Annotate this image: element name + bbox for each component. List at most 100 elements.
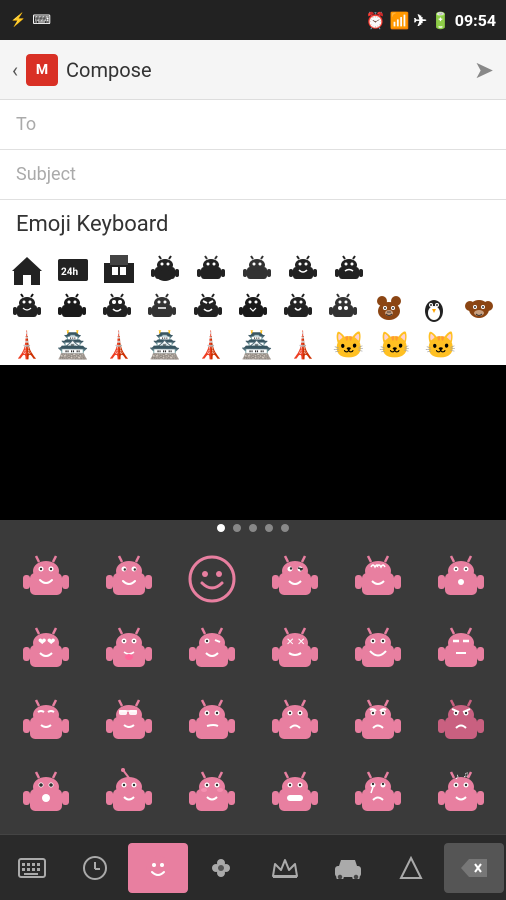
emoji-android-3[interactable] (234, 251, 280, 289)
delete-button[interactable] (444, 843, 504, 893)
pink-row-1 (4, 544, 502, 614)
svg-text:❤: ❤ (38, 637, 46, 648)
app-bar: ‹ M Compose ➤ (0, 40, 506, 100)
pink-row-2: ❤ ❤ (4, 616, 502, 686)
emoji-b-a7[interactable] (276, 289, 321, 327)
emoji-pagoda3[interactable]: 🏯 (234, 327, 280, 365)
emoji-eiffel2[interactable]: 🗼 (96, 327, 142, 365)
bottom-toolbar (0, 834, 506, 900)
pink-emoji-smug[interactable] (177, 688, 247, 758)
emoji-b-bear[interactable] (366, 289, 411, 327)
pink-emoji-area: ❤ ❤ (0, 536, 506, 826)
dot-2[interactable] (233, 524, 241, 532)
app-title: Compose (66, 58, 152, 82)
emoji-b-a3[interactable] (95, 289, 140, 327)
emoji-b-a2[interactable] (49, 289, 94, 327)
alarm-icon: ⏰ (366, 11, 386, 30)
svg-text:♪: ♪ (455, 772, 459, 781)
emoji-eiffel3[interactable]: 🗼 (188, 327, 234, 365)
emoji-store[interactable] (96, 251, 142, 289)
status-left-icons: ⚡ ⌨ (10, 13, 51, 28)
emoji-b-monkey[interactable] (457, 289, 502, 327)
pink-emoji-blush[interactable] (177, 760, 247, 826)
dot-5[interactable] (281, 524, 289, 532)
pink-emoji-smiley[interactable] (177, 544, 247, 614)
crown-button[interactable] (255, 843, 315, 893)
dot-4[interactable] (265, 524, 273, 532)
emoji-pagoda[interactable]: 🏯 (50, 327, 96, 365)
gmail-icon: M (26, 54, 58, 86)
emoji-b-a8[interactable] (321, 289, 366, 327)
pink-row-3 (4, 688, 502, 758)
app-bar-left: ‹ M Compose (12, 54, 152, 86)
emoji-row-pagoda: 🗼 🏯 🗼 🏯 🗼 🏯 🗼 🐱 🐱 🐱 (4, 327, 502, 365)
car-button[interactable] (318, 843, 378, 893)
emoji-b-a4[interactable] (140, 289, 185, 327)
emoji-cat2[interactable]: 🐱 (372, 327, 418, 365)
pink-emoji-frown[interactable] (260, 688, 330, 758)
subject-field[interactable]: Subject (0, 150, 506, 200)
emoji-cat1[interactable]: 🐱 (326, 327, 372, 365)
back-button[interactable]: ‹ (12, 58, 18, 82)
dot-1[interactable] (217, 524, 225, 532)
emoji-tower1[interactable]: 🗼 (280, 327, 326, 365)
dot-3[interactable] (249, 524, 257, 532)
pink-emoji-sad[interactable] (343, 760, 413, 826)
svg-text:24h: 24h (61, 267, 78, 278)
pink-emoji-tongue-out[interactable] (94, 616, 164, 686)
status-right-icons: ⏰ 📶 ✈ 🔋 09:54 (366, 11, 496, 30)
pink-emoji-mask[interactable] (260, 760, 330, 826)
recent-button[interactable] (65, 843, 125, 893)
pink-emoji-dizzy[interactable]: ✕ ✕ (260, 616, 330, 686)
svg-text:❤: ❤ (47, 637, 55, 648)
pink-emoji-love[interactable] (343, 544, 413, 614)
pink-emoji-wink[interactable] (260, 544, 330, 614)
keyboard-button[interactable] (2, 843, 62, 893)
pink-emoji-happy[interactable] (11, 544, 81, 614)
emoji-b-a1[interactable] (4, 289, 49, 327)
flower-button[interactable] (191, 843, 251, 893)
emoji-row-1: 24h (4, 251, 502, 289)
clock-display: 09:54 (455, 11, 496, 30)
pink-emoji-music[interactable]: ♪ ♫ (426, 760, 496, 826)
pink-emoji-antenna[interactable] (94, 760, 164, 826)
pink-emoji-squint[interactable] (11, 688, 81, 758)
pink-emoji-sleepy[interactable] (426, 616, 496, 686)
emoji-b-a5[interactable] (185, 289, 230, 327)
emoji-house[interactable] (4, 251, 50, 289)
pink-emoji-kiss[interactable] (426, 544, 496, 614)
emoji-b-a6[interactable] (230, 289, 275, 327)
emoji-eiffel[interactable]: 🗼 (4, 327, 50, 365)
emoji-24h[interactable]: 24h (50, 251, 96, 289)
pink-emoji-angry[interactable] (343, 688, 413, 758)
to-field[interactable]: To (0, 100, 506, 150)
svg-text:✕: ✕ (297, 637, 305, 648)
pink-emoji-grin[interactable] (343, 616, 413, 686)
svg-text:✕: ✕ (286, 637, 294, 648)
pink-emoji-heart-eyes[interactable]: ❤ ❤ (11, 616, 81, 686)
status-bar: ⚡ ⌨ ⏰ 📶 ✈ 🔋 09:54 (0, 0, 506, 40)
emoji-row-2 (4, 289, 502, 327)
emoji-button[interactable] (128, 843, 188, 893)
black-emoji-grid: 24h (0, 251, 506, 365)
dot-indicators (0, 520, 506, 536)
pink-emoji-rage[interactable] (426, 688, 496, 758)
emoji-keyboard-title: Emoji Keyboard (16, 212, 490, 237)
wifi-icon: 📶 (390, 11, 410, 30)
pink-emoji-wink2[interactable] (177, 616, 247, 686)
emoji-section-header: Emoji Keyboard (0, 200, 506, 251)
emoji-pagoda2[interactable]: 🏯 (142, 327, 188, 365)
pink-emoji-cool[interactable] (94, 688, 164, 758)
send-button[interactable]: ➤ (474, 56, 494, 84)
pink-emoji-shock[interactable] (11, 760, 81, 826)
battery-icon: 🔋 (431, 11, 451, 30)
emoji-cat3[interactable]: 🐱 (418, 327, 464, 365)
emoji-android-5[interactable] (326, 251, 372, 289)
emoji-android-1[interactable] (142, 251, 188, 289)
emoji-b-penguin[interactable] (411, 289, 456, 327)
pink-row-4: ♪ ♫ (4, 760, 502, 826)
emoji-android-2[interactable] (188, 251, 234, 289)
triangle-button[interactable] (381, 843, 441, 893)
pink-emoji-smile[interactable] (94, 544, 164, 614)
emoji-android-4[interactable] (280, 251, 326, 289)
